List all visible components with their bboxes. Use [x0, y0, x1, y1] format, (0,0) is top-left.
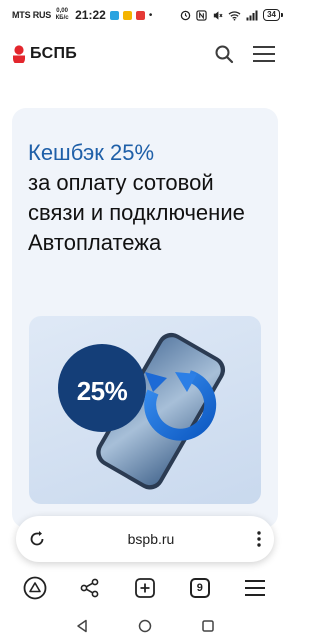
phone-cashback-illustration	[58, 332, 226, 490]
menu-icon[interactable]	[252, 44, 276, 64]
network-speed: 0,00 КБ/с	[55, 8, 69, 22]
mute-icon	[213, 10, 223, 20]
header-actions	[214, 44, 276, 64]
home-button[interactable]	[20, 573, 50, 603]
search-icon[interactable]	[214, 44, 234, 64]
share-icon	[80, 578, 99, 598]
promo-card[interactable]: Кешбэк 25% за оплату сотовой связи и под…	[12, 108, 278, 528]
screen: MTS RUS 0,00 КБ/с 21:22 • 34 БСПБ Кешбэк…	[0, 0, 290, 640]
battery-indicator: 34	[263, 9, 283, 21]
app-notification-icon-2	[135, 10, 145, 20]
plus-icon	[135, 578, 155, 598]
reload-icon[interactable]	[28, 530, 46, 548]
recents-icon[interactable]	[201, 619, 215, 633]
hamburger-icon	[244, 580, 265, 596]
logo-icon	[13, 45, 25, 63]
browser-toolbar: 9	[0, 568, 290, 608]
nfc-icon	[196, 9, 207, 21]
site-logo[interactable]: БСПБ	[12, 45, 77, 63]
cashback-badge-text: 25%	[76, 376, 128, 406]
tabs-button[interactable]: 9	[185, 573, 215, 603]
more-options-icon[interactable]	[256, 530, 262, 548]
system-navigation-bar	[0, 612, 290, 640]
status-right: 34	[180, 9, 283, 21]
browser-address-bar[interactable]: bspb.ru	[16, 516, 274, 562]
status-left: MTS RUS 0,00 КБ/с 21:22 •	[12, 8, 152, 22]
promo-illustration: 25%	[29, 316, 261, 504]
logo-text: БСПБ	[30, 45, 78, 62]
network-speed-unit: КБ/с	[55, 15, 69, 21]
site-header: БСПБ	[0, 34, 290, 74]
telegram-notification-icon	[109, 10, 119, 20]
wifi-icon	[228, 10, 241, 21]
signal-icon	[246, 10, 258, 20]
carrier-label: MTS RUS	[12, 10, 52, 20]
share-button[interactable]	[75, 573, 105, 603]
network-speed-value: 0,00	[56, 8, 68, 14]
promo-title-text: за оплату сотовой связи и подключение Ав…	[28, 170, 245, 255]
alice-icon	[23, 576, 47, 600]
promo-title: Кешбэк 25% за оплату сотовой связи и под…	[28, 138, 274, 258]
home-nav-icon[interactable]	[138, 619, 152, 633]
app-notification-icon	[122, 10, 132, 20]
status-bar: MTS RUS 0,00 КБ/с 21:22 • 34	[0, 0, 290, 30]
back-icon[interactable]	[75, 619, 89, 633]
tab-count: 9	[189, 578, 210, 598]
status-clock: 21:22	[75, 8, 106, 22]
new-tab-button[interactable]	[130, 573, 160, 603]
browser-menu-button[interactable]	[240, 573, 270, 603]
promo-title-accent: Кешбэк 25%	[28, 140, 155, 165]
url-text[interactable]: bspb.ru	[46, 531, 256, 547]
more-notifications-icon: •	[148, 9, 153, 21]
alarm-icon	[180, 10, 191, 20]
